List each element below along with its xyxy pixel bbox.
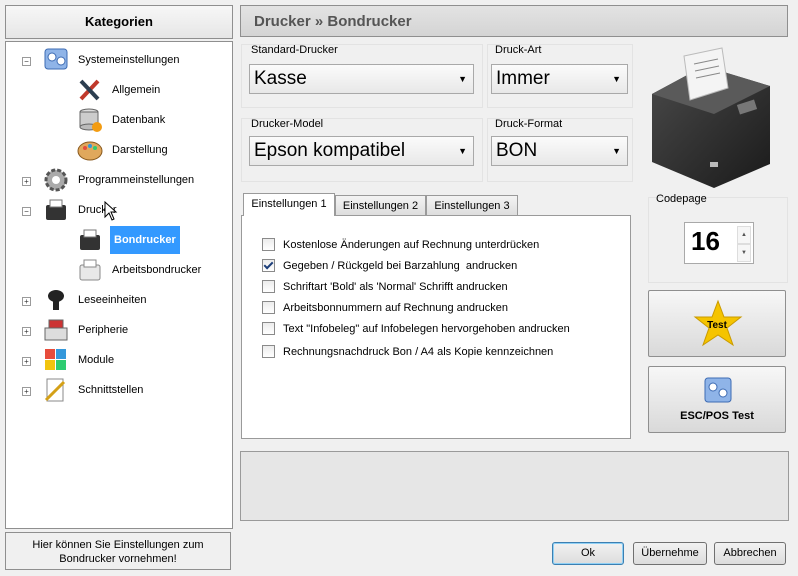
option-label: Rechnungsnachdruck Bon / A4 als Kopie ke… (283, 345, 554, 358)
expand-peripherie[interactable]: + (22, 327, 31, 336)
system-settings-icon (44, 48, 68, 70)
collapse-drucker[interactable]: − (22, 207, 31, 216)
collapse-systemeinstellungen[interactable]: − (22, 57, 31, 66)
chevron-down-icon: ▼ (612, 146, 621, 156)
tree-item-module[interactable]: Module (42, 348, 116, 372)
cash-register-icon (44, 319, 68, 341)
option-row[interactable]: Rechnungsnachdruck Bon / A4 als Kopie ke… (262, 345, 553, 358)
tree-label: Peripherie (78, 324, 129, 336)
codepage-label: Codepage (656, 193, 707, 205)
test-button-label: Test (707, 320, 727, 331)
system-settings-icon (704, 377, 732, 403)
print-type-select[interactable]: Immer ▼ (491, 64, 628, 94)
mouse-cursor-icon (104, 201, 118, 221)
tree-item-schnittstellen[interactable]: Schnittstellen (42, 378, 145, 402)
spin-up-icon[interactable]: ▲ (737, 226, 751, 244)
option-checkbox[interactable] (262, 280, 275, 293)
ok-button[interactable]: Ok (552, 542, 624, 565)
option-label: Text "Infobeleg" auf Infobelegen hervorg… (283, 322, 570, 335)
interface-icon (44, 378, 66, 402)
tree-label: Systemeinstellungen (78, 54, 180, 66)
gear-icon (44, 168, 68, 192)
tree-label: Darstellung (112, 144, 168, 156)
expand-module[interactable]: + (22, 357, 31, 366)
tree-label: Arbeitsbondrucker (112, 264, 202, 276)
page-title: Drucker » Bondrucker (240, 5, 788, 37)
option-label: Kostenlose Änderungen auf Rechnung unter… (283, 238, 540, 251)
tree-item-allgemein[interactable]: Allgemein (76, 78, 162, 102)
test-button[interactable]: Test (648, 290, 786, 357)
option-row[interactable]: Text "Infobeleg" auf Infobelegen hervorg… (262, 322, 570, 335)
option-checkbox[interactable] (262, 345, 275, 358)
work-printer-icon (79, 259, 101, 281)
tree-label: Leseeinheiten (78, 294, 147, 306)
tree-item-peripherie[interactable]: Peripherie (42, 318, 130, 342)
expand-programmeinstellungen[interactable]: + (22, 177, 31, 186)
receipt-printer-icon (80, 229, 100, 250)
option-row[interactable]: Gegeben / Rückgeld bei Barzahlung andruc… (262, 259, 517, 272)
option-checkbox[interactable] (262, 238, 275, 251)
spin-down-icon[interactable]: ▼ (737, 244, 751, 262)
option-checkbox[interactable] (262, 322, 275, 335)
tree-item-bondrucker[interactable]: Bondrucker (76, 226, 180, 254)
help-text: Hier können Sie Einstellungen zum Bondru… (5, 532, 231, 570)
option-row[interactable]: Kostenlose Änderungen auf Rechnung unter… (262, 238, 539, 251)
receipt-printer-image (652, 47, 770, 188)
standard-printer-value: Kasse (254, 68, 307, 89)
database-icon (79, 108, 102, 132)
tree-item-arbeitsbondrucker[interactable]: Arbeitsbondrucker (76, 258, 203, 282)
print-type-label: Druck-Art (495, 44, 542, 56)
option-label: Schriftart 'Bold' als 'Normal' Schrifft … (283, 280, 508, 293)
option-checkbox-checked[interactable] (262, 259, 275, 272)
tree-item-datenbank[interactable]: Datenbank (76, 108, 167, 132)
category-tree[interactable]: − Systemeinstellungen Allgemein Datenban… (5, 41, 233, 529)
chevron-down-icon: ▼ (458, 74, 467, 84)
tree-label: Programmeinstellungen (78, 174, 195, 186)
chevron-down-icon: ▼ (458, 146, 467, 156)
printer-icon (46, 199, 66, 220)
tab-einstellungen-1[interactable]: Einstellungen 1 (243, 193, 335, 216)
print-format-label: Druck-Format (495, 118, 563, 130)
tree-item-leseeinheiten[interactable]: Leseeinheiten (42, 288, 149, 312)
tree-label: Datenbank (112, 114, 166, 126)
option-label: Gegeben / Rückgeld bei Barzahlung andruc… (283, 259, 518, 272)
printer-model-value: Epson kompatibel (254, 140, 406, 161)
tree-item-systemeinstellungen[interactable]: Systemeinstellungen (42, 48, 182, 72)
tree-label: Allgemein (112, 84, 161, 96)
print-format-select[interactable]: BON ▼ (491, 136, 628, 166)
tree-label-selected: Bondrucker (110, 226, 180, 254)
tab-einstellungen-2[interactable]: Einstellungen 2 (335, 195, 426, 216)
option-row[interactable]: Arbeitsbonnummern auf Rechnung andrucken (262, 301, 508, 314)
tree-item-programmeinstellungen[interactable]: Programmeinstellungen (42, 168, 196, 192)
print-type-value: Immer (496, 68, 550, 89)
standard-printer-label: Standard-Drucker (251, 44, 338, 56)
codepage-spinner[interactable]: 16 ▲ ▼ (684, 222, 754, 264)
message-panel (240, 451, 789, 521)
print-format-value: BON (496, 140, 538, 161)
option-label: Arbeitsbonnummern auf Rechnung andrucken (283, 301, 509, 314)
palette-icon (77, 141, 103, 161)
codepage-value: 16 (691, 226, 720, 256)
expand-schnittstellen[interactable]: + (22, 387, 31, 396)
printer-model-select[interactable]: Epson kompatibel ▼ (249, 136, 474, 166)
tree-label: Module (78, 354, 115, 366)
standard-printer-select[interactable]: Kasse ▼ (249, 64, 474, 94)
option-checkbox[interactable] (262, 301, 275, 314)
cancel-button[interactable]: Abbrechen (714, 542, 786, 565)
tree-label: Schnittstellen (78, 384, 144, 396)
apply-button[interactable]: Übernehme (633, 542, 707, 565)
categories-header: Kategorien (5, 5, 233, 39)
puzzle-icon (45, 349, 66, 370)
printer-model-label: Drucker-Model (251, 118, 324, 130)
expand-leseeinheiten[interactable]: + (22, 297, 31, 306)
escpos-test-button[interactable]: ESC/POS Test (648, 366, 786, 433)
tools-icon (79, 79, 100, 101)
tab-einstellungen-3[interactable]: Einstellungen 3 (426, 195, 518, 216)
option-row[interactable]: Schriftart 'Bold' als 'Normal' Schrifft … (262, 280, 508, 293)
chevron-down-icon: ▼ (612, 74, 621, 84)
settings-tab-panel: Kostenlose Änderungen auf Rechnung unter… (241, 215, 631, 439)
tree-item-darstellung[interactable]: Darstellung (76, 138, 170, 162)
escpos-test-label: ESC/POS Test (680, 410, 754, 422)
scanner-icon (48, 290, 64, 310)
